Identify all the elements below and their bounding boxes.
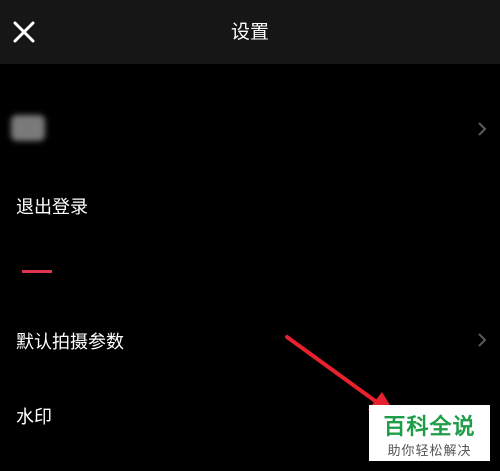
brand-watermark-title: 百科全说 [383,415,476,440]
chevron-right-icon [478,122,487,136]
brand-watermark: 百科全说 助你轻松解决 [369,405,490,461]
watermark-label: 水印 [16,407,52,428]
settings-screen: 设置 退出登录 默认拍摄参数 水印 百科全说 助你轻松解决 [0,0,500,471]
header-bar: 设置 [0,0,500,64]
default-shooting-params-label: 默认拍摄参数 [16,332,124,353]
logout-label: 退出登录 [16,197,88,218]
default-shooting-params-row[interactable]: 默认拍摄参数 [0,315,500,365]
brand-watermark-subtitle: 助你轻松解决 [387,444,472,459]
avatar [11,115,45,141]
chevron-right-icon [478,333,487,347]
logout-row[interactable]: 退出登录 [0,180,500,230]
section-divider [22,270,52,273]
account-row[interactable] [0,100,500,158]
page-title: 设置 [230,21,269,43]
